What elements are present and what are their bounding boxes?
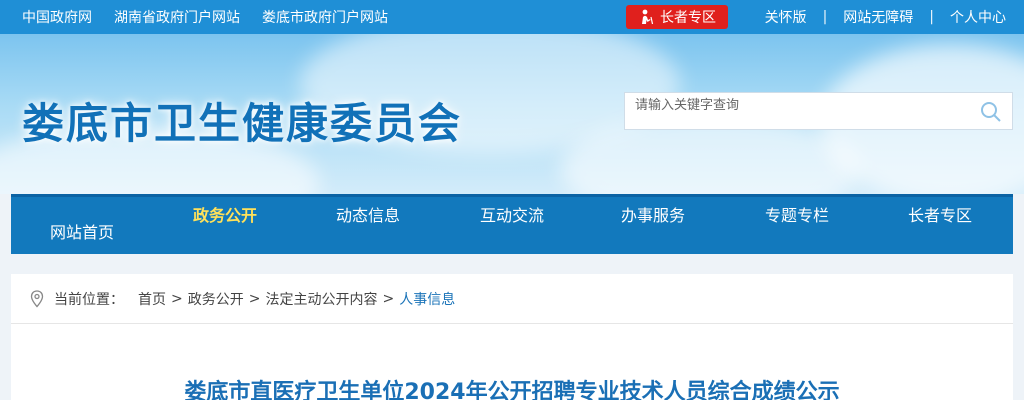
article-title: 娄底市直医疗卫生单位2024年公开招聘专业技术人员综合成绩公示 — [184, 380, 840, 400]
nav-item-gov-affairs[interactable]: 政务公开 — [193, 202, 257, 226]
breadcrumb-separator: > — [382, 290, 395, 307]
header-banner: 娄底市卫生健康委员会 — [0, 34, 1024, 194]
link-china-gov[interactable]: 中国政府网 — [22, 7, 92, 27]
top-links-left: 中国政府网 湖南省政府门户网站 娄底市政府门户网站 — [22, 0, 388, 34]
search-box — [624, 92, 1013, 130]
nav-item-services[interactable]: 办事服务 — [621, 202, 685, 226]
link-care-version[interactable]: 关怀版 — [765, 7, 807, 27]
elder-person-icon — [642, 9, 654, 25]
link-hunan-gov[interactable]: 湖南省政府门户网站 — [114, 7, 240, 27]
breadcrumb: 当前位置： 首页 > 政务公开 > 法定主动公开内容 > 人事信息 — [11, 274, 1013, 324]
breadcrumb-current-personnel[interactable]: 人事信息 — [399, 289, 455, 309]
nav-item-news[interactable]: 动态信息 — [336, 202, 400, 226]
nav-item-interaction[interactable]: 互动交流 — [480, 202, 544, 226]
link-loudi-gov[interactable]: 娄底市政府门户网站 — [262, 7, 388, 27]
top-links-right: 关怀版 | 网站无障碍 | 个人中心 — [765, 0, 1006, 34]
top-bar: 中国政府网 湖南省政府门户网站 娄底市政府门户网站 长者专区 关怀版 | 网站无… — [0, 0, 1024, 34]
link-personal-center[interactable]: 个人中心 — [950, 7, 1006, 27]
elder-zone-label: 长者专区 — [660, 10, 716, 26]
location-pin-icon — [30, 289, 44, 307]
breadcrumb-separator: > — [171, 290, 183, 307]
breadcrumb-label: 当前位置： — [54, 291, 124, 308]
nav-item-topics[interactable]: 专题专栏 — [765, 202, 829, 226]
nav-item-home[interactable]: 网站首页 — [50, 219, 114, 243]
breadcrumb-gov-affairs[interactable]: 政务公开 — [188, 289, 244, 309]
breadcrumb-home[interactable]: 首页 — [138, 289, 166, 309]
main-nav: 网站首页 政务公开 动态信息 互动交流 办事服务 专题专栏 长者专区 — [11, 194, 1013, 254]
search-icon[interactable] — [980, 101, 1002, 123]
breadcrumb-separator: > — [248, 290, 261, 307]
separator: | — [822, 9, 828, 25]
search-input[interactable] — [635, 95, 975, 115]
nav-item-elder-zone[interactable]: 长者专区 — [908, 202, 972, 226]
breadcrumb-statutory-disclosure[interactable]: 法定主动公开内容 — [265, 289, 377, 309]
elder-zone-button[interactable]: 长者专区 — [626, 5, 728, 29]
separator: | — [929, 9, 934, 25]
site-title[interactable]: 娄底市卫生健康委员会 — [22, 90, 462, 151]
link-accessibility[interactable]: 网站无障碍 — [843, 7, 913, 27]
main-content: 当前位置： 首页 > 政务公开 > 法定主动公开内容 > 人事信息 娄底市直医疗… — [11, 274, 1013, 400]
